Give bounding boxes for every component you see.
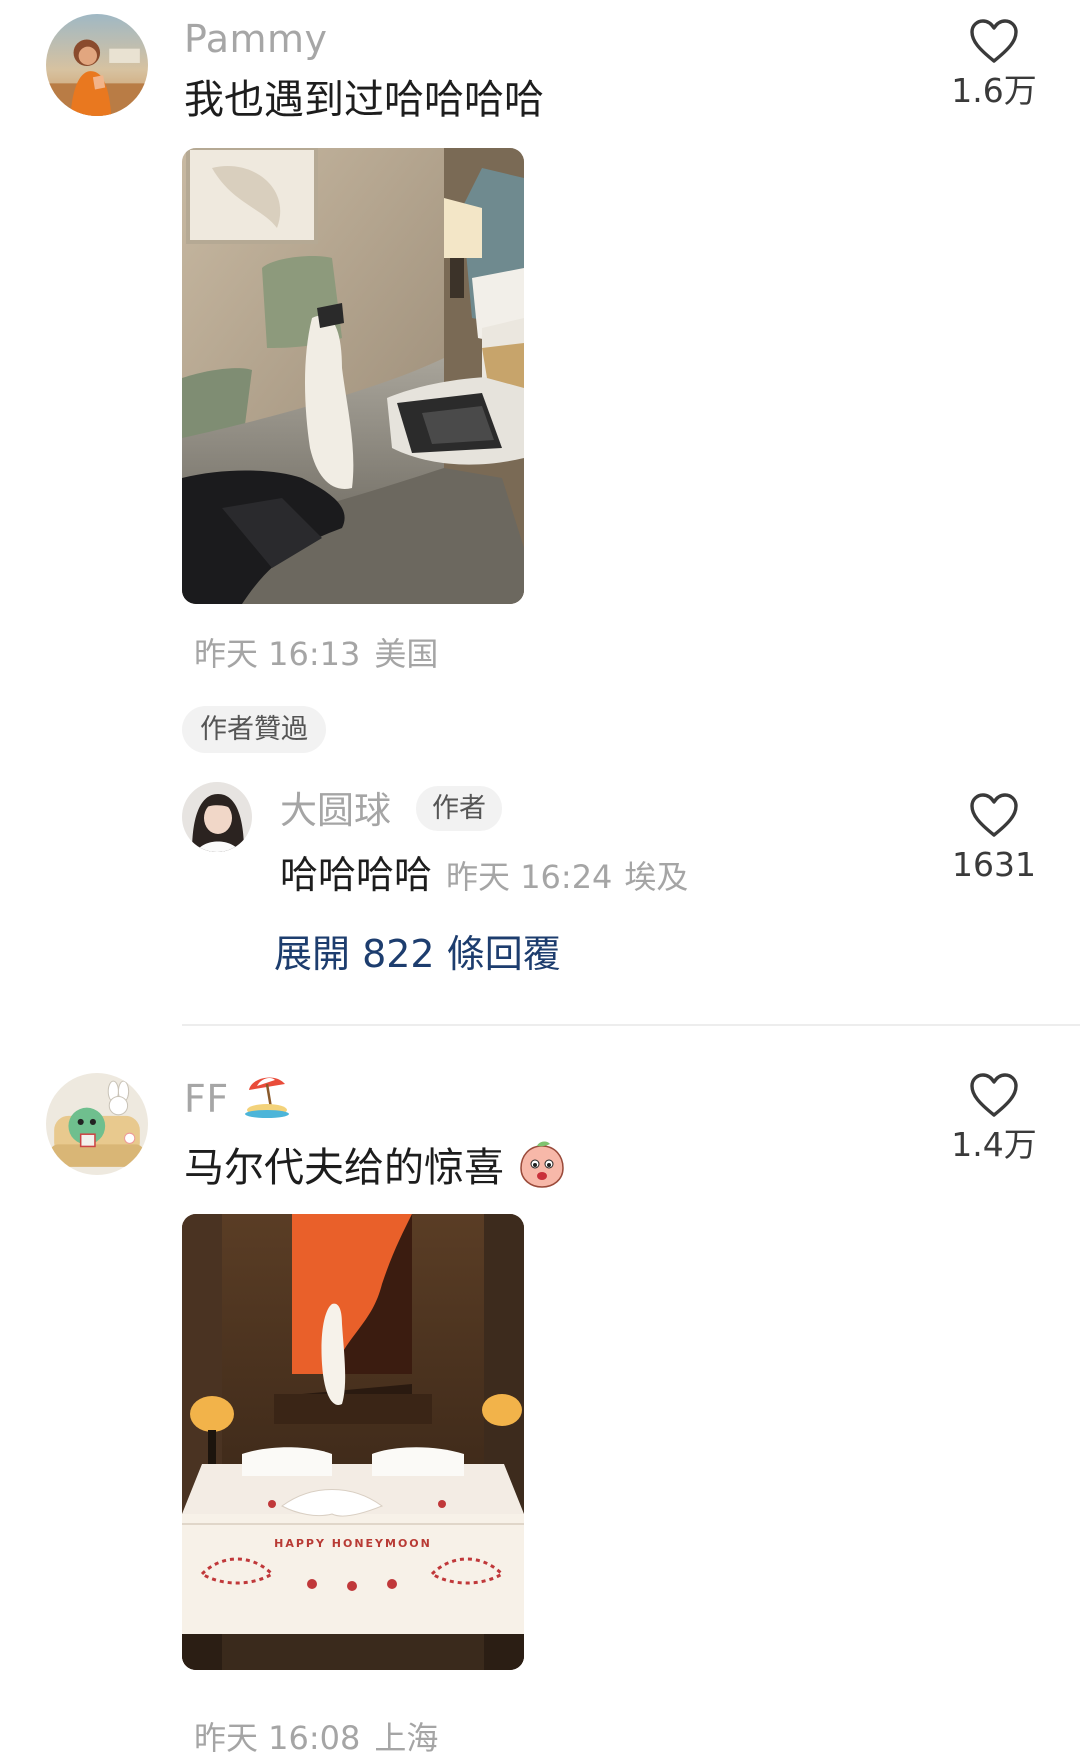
comment-meta: 昨天 16:13 美国 [194,638,438,670]
heart-outline-icon [970,793,1018,837]
reply-text: 哈哈哈哈 [280,853,433,897]
comment-location: 美国 [374,635,439,673]
reply-like-button[interactable]: 1631 [934,792,1054,881]
reply-avatar[interactable] [182,782,252,852]
author-badge: 作者 [416,786,502,831]
reply-location: 埃及 [624,858,689,896]
comment-divider [182,1024,1080,1026]
avatar-image [46,1073,148,1175]
expand-replies-link[interactable]: 展開 822 條回覆 [274,935,561,973]
like-button[interactable]: 1.4万 [934,1072,1054,1161]
beach-umbrella-emoji [245,1076,290,1118]
comment-photo[interactable]: HAPPY HONEYMOON [182,1214,524,1670]
username-text: FF [184,1077,229,1121]
honeymoon-bed-photo: HAPPY HONEYMOON [182,1214,524,1670]
comment-username[interactable]: Pammy [184,20,328,58]
heart-outline-icon [970,19,1018,63]
comment-meta: 昨天 16:08 上海 [194,1722,438,1754]
avatar[interactable] [46,14,148,116]
avatar[interactable] [46,1073,148,1175]
reply-like-count: 1631 [952,845,1036,884]
reply-avatar-image [182,782,252,852]
svg-text:HAPPY HONEYMOON: HAPPY HONEYMOON [274,1537,432,1550]
comment-time: 昨天 16:08 [194,1719,361,1757]
heart-outline-icon [970,1073,1018,1117]
peach-face-emoji [519,1141,564,1188]
comment-photo[interactable] [182,148,524,604]
comment-location: 上海 [374,1719,439,1757]
like-count: 1.4万 [951,1125,1037,1164]
reply-time: 昨天 16:24 [446,858,613,896]
like-count: 1.6万 [951,71,1037,110]
reply-meta: 昨天 16:24 埃及 [446,858,688,896]
author-liked-badge: 作者贊過 [182,706,326,753]
comment-text-content: 马尔代夫给的惊喜 [184,1145,504,1191]
comment-text: 我也遇到过哈哈哈哈 [184,77,544,123]
like-button[interactable]: 1.6万 [934,18,1054,107]
comment-text: 马尔代夫给的惊喜 [184,1141,567,1191]
comment-feed: Pammy 我也遇到过哈哈哈哈 1.6万 昨天 16:13 美国 作者贊過 大圆… [0,0,1080,1762]
comment-username[interactable]: FF [184,1076,291,1121]
avatar-image [46,14,148,116]
comment-time: 昨天 16:13 [194,635,361,673]
reply-body: 哈哈哈哈 昨天 16:24 埃及 [280,856,688,894]
hotel-room-photo [182,148,524,604]
reply-username[interactable]: 大圆球 [280,792,391,829]
